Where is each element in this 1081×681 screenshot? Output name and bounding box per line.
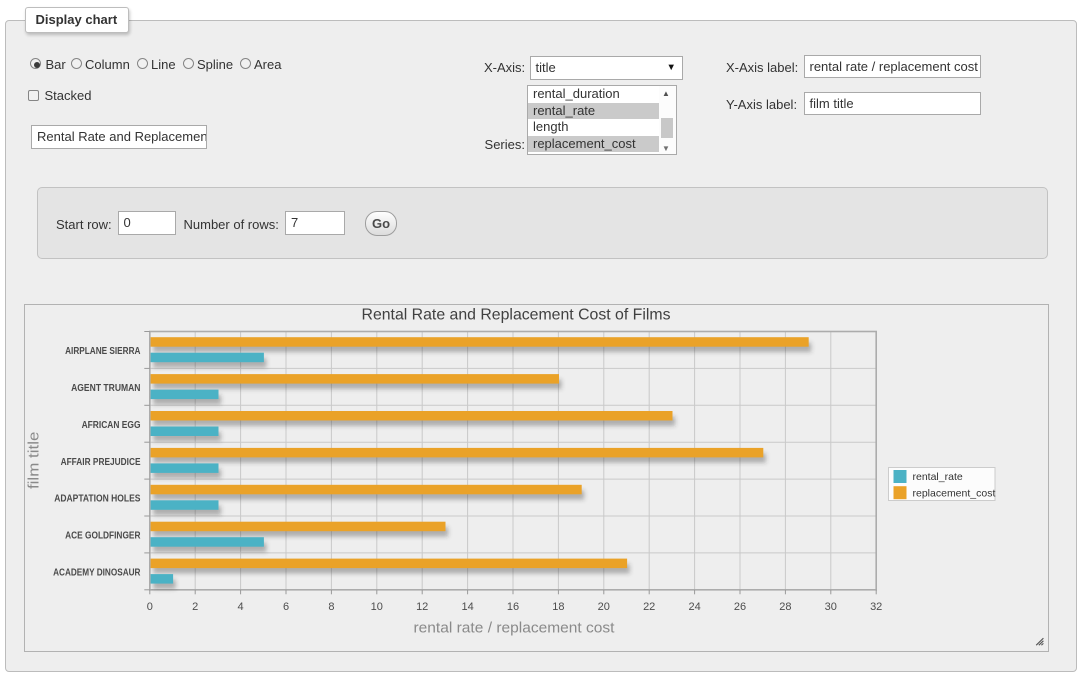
svg-text:20: 20 — [598, 601, 610, 613]
svg-text:replacement_cost: replacement_cost — [913, 488, 996, 500]
svg-text:ACADEMY DINOSAUR: ACADEMY DINOSAUR — [53, 568, 141, 579]
svg-text:film title: film title — [26, 432, 43, 490]
svg-text:28: 28 — [779, 601, 791, 613]
svg-text:0: 0 — [147, 601, 153, 613]
svg-text:14: 14 — [461, 601, 473, 613]
svg-text:AGENT TRUMAN: AGENT TRUMAN — [71, 383, 140, 394]
svg-text:30: 30 — [825, 601, 837, 613]
svg-text:8: 8 — [328, 601, 334, 613]
svg-text:2: 2 — [192, 601, 198, 613]
svg-text:22: 22 — [643, 601, 655, 613]
svg-text:10: 10 — [371, 601, 383, 613]
svg-text:AIRPLANE SIERRA: AIRPLANE SIERRA — [65, 346, 140, 357]
svg-text:12: 12 — [416, 601, 428, 613]
svg-text:Rental Rate and Replacement Co: Rental Rate and Replacement Cost of Film… — [362, 307, 671, 324]
svg-text:rental rate / replacement cost: rental rate / replacement cost — [414, 620, 616, 637]
svg-text:24: 24 — [688, 601, 700, 613]
svg-text:6: 6 — [283, 601, 289, 613]
svg-text:rental_rate: rental_rate — [913, 471, 963, 483]
svg-text:4: 4 — [238, 601, 244, 613]
svg-text:ACE GOLDFINGER: ACE GOLDFINGER — [65, 531, 141, 542]
svg-text:26: 26 — [734, 601, 746, 613]
svg-text:AFFAIR PREJUDICE: AFFAIR PREJUDICE — [61, 457, 141, 468]
svg-text:AFRICAN EGG: AFRICAN EGG — [82, 420, 141, 431]
svg-text:32: 32 — [870, 601, 882, 613]
svg-text:18: 18 — [552, 601, 564, 613]
svg-text:16: 16 — [507, 601, 519, 613]
svg-text:ADAPTATION HOLES: ADAPTATION HOLES — [54, 494, 141, 505]
